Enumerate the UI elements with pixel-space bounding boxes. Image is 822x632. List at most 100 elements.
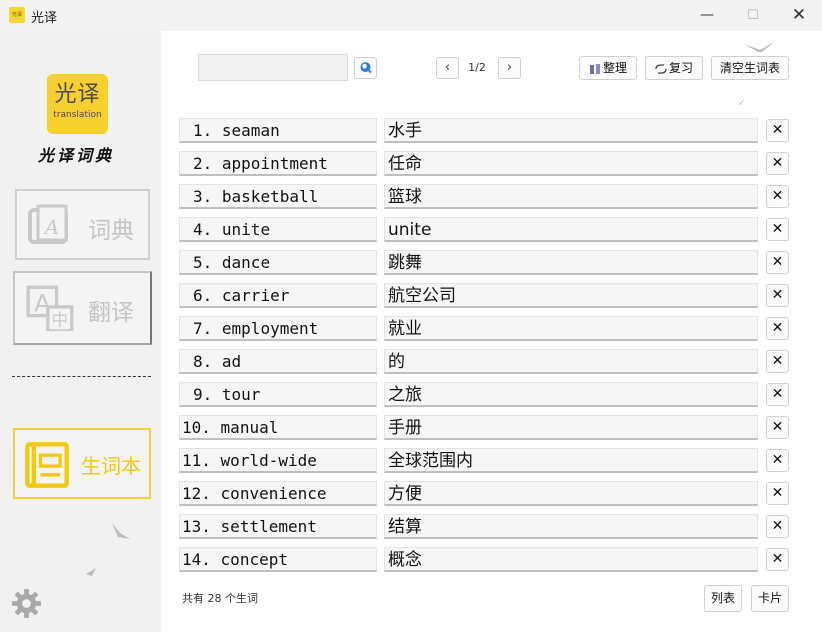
word-number: 10. (182, 418, 211, 437)
review-icon (655, 63, 667, 74)
word-row: 2. appointment 任命 ✕ (179, 151, 789, 178)
page-indicator: 1/2 (468, 61, 486, 74)
word-field[interactable]: 11. world-wide (179, 448, 377, 473)
sidebar: 光译 translation 光译词典 A 词典 A 中 翻译 生词本 (0, 31, 161, 632)
window-title: 光译 (31, 11, 58, 26)
word-text: employment (221, 319, 319, 338)
word-number: 12. (182, 484, 211, 503)
word-text: convenience (220, 484, 327, 503)
sort-button[interactable]: 整理 (579, 56, 637, 80)
review-button[interactable]: 复习 (645, 56, 703, 80)
word-field[interactable]: 1. seaman (179, 118, 377, 143)
word-row: 8. ad 的 ✕ (179, 349, 789, 376)
word-field[interactable]: 12. convenience (179, 481, 377, 506)
clear-vocabulary-button[interactable]: 清空生词表 (711, 56, 789, 80)
translation-field[interactable]: 手册 (384, 415, 758, 440)
close-window-button[interactable]: ✕ (776, 0, 822, 31)
dictionary-icon: A (28, 204, 68, 244)
word-text: concept (220, 550, 288, 569)
translation-field[interactable]: unite (384, 217, 758, 242)
word-number: 3. (193, 187, 213, 206)
translation-field[interactable]: 全球范围内 (384, 448, 758, 473)
search-button[interactable] (354, 57, 377, 79)
translation-field[interactable]: 概念 (384, 547, 758, 572)
delete-word-button[interactable]: ✕ (766, 515, 789, 538)
translation-field[interactable]: 结算 (384, 514, 758, 539)
svg-text:A: A (43, 215, 59, 239)
vocabulary-book-icon (25, 442, 69, 488)
delete-word-button[interactable]: ✕ (766, 317, 789, 340)
card-view-button[interactable]: 卡片 (751, 585, 789, 612)
bird-decoration-icon (733, 98, 745, 105)
bird-decoration-icon (744, 42, 774, 52)
word-field[interactable]: 6. carrier (179, 283, 377, 308)
translation-field[interactable]: 水手 (384, 118, 758, 143)
search-input[interactable] (198, 54, 348, 81)
maximize-button[interactable]: ☐ (730, 0, 776, 31)
word-field[interactable]: 13. settlement (179, 514, 377, 539)
word-row: 12. convenience 方便 ✕ (179, 481, 789, 508)
delete-word-button[interactable]: ✕ (766, 449, 789, 472)
word-number: 2. (193, 154, 213, 173)
delete-word-button[interactable]: ✕ (766, 383, 789, 406)
word-text: unite (221, 220, 271, 239)
word-row: 3. basketball 篮球 ✕ (179, 184, 789, 211)
translation-field[interactable]: 的 (384, 349, 758, 374)
delete-word-button[interactable]: ✕ (766, 548, 789, 571)
word-number: 14. (182, 550, 211, 569)
word-field[interactable]: 9. tour (179, 382, 377, 407)
translation-field[interactable]: 任命 (384, 151, 758, 176)
word-field[interactable]: 4. unite (179, 217, 377, 242)
word-field[interactable]: 2. appointment (179, 151, 377, 176)
sidebar-divider (12, 376, 151, 377)
word-field[interactable]: 3. basketball (179, 184, 377, 209)
svg-text:中: 中 (52, 310, 68, 329)
logo-sub-text: translation (53, 110, 102, 120)
word-number: 5. (193, 253, 213, 272)
bird-decoration-icon (112, 523, 130, 539)
delete-word-button[interactable]: ✕ (766, 218, 789, 241)
word-field[interactable]: 8. ad (179, 349, 377, 374)
word-field[interactable]: 5. dance (179, 250, 377, 275)
nav-translate-button[interactable]: A 中 翻译 (13, 271, 152, 345)
translation-field[interactable]: 跳舞 (384, 250, 758, 275)
word-text: ad (221, 352, 242, 371)
minimize-button[interactable]: — (684, 0, 730, 31)
nav-vocabulary-button[interactable]: 生词本 (13, 428, 151, 499)
delete-word-button[interactable]: ✕ (766, 284, 789, 307)
delete-word-button[interactable]: ✕ (766, 416, 789, 439)
delete-word-button[interactable]: ✕ (766, 251, 789, 274)
word-field[interactable]: 10. manual (179, 415, 377, 440)
app-logo-icon: 光译 (9, 7, 25, 23)
translation-field[interactable]: 航空公司 (384, 283, 758, 308)
translation-field[interactable]: 就业 (384, 316, 758, 341)
word-row: 14. concept 概念 ✕ (179, 547, 789, 574)
next-page-button[interactable]: › (498, 57, 521, 79)
translation-field[interactable]: 之旅 (384, 382, 758, 407)
translation-field[interactable]: 方便 (384, 481, 758, 506)
gear-icon[interactable] (11, 588, 42, 619)
word-field[interactable]: 14. concept (179, 547, 377, 572)
word-text: basketball (221, 187, 319, 206)
word-row: 5. dance 跳舞 ✕ (179, 250, 789, 277)
word-field[interactable]: 7. employment (179, 316, 377, 341)
word-text: dance (221, 253, 271, 272)
word-row: 4. unite unite ✕ (179, 217, 789, 244)
word-row: 7. employment 就业 ✕ (179, 316, 789, 343)
delete-word-button[interactable]: ✕ (766, 119, 789, 142)
translation-field[interactable]: 篮球 (384, 184, 758, 209)
word-number: 7. (193, 319, 213, 338)
delete-word-button[interactable]: ✕ (766, 482, 789, 505)
word-row: 1. seaman 水手 ✕ (179, 118, 789, 145)
nav-vocabulary-label: 生词本 (81, 454, 141, 478)
delete-word-button[interactable]: ✕ (766, 152, 789, 175)
delete-word-button[interactable]: ✕ (766, 185, 789, 208)
logo-caption: 光译词典 (38, 146, 115, 165)
sort-label: 整理 (602, 61, 627, 75)
title-bar: 光译 光译 — ☐ ✕ (0, 0, 822, 31)
delete-word-button[interactable]: ✕ (766, 350, 789, 373)
word-number: 8. (193, 352, 213, 371)
list-view-button[interactable]: 列表 (704, 585, 742, 612)
nav-dictionary-button[interactable]: A 词典 (15, 189, 150, 260)
prev-page-button[interactable]: ‹ (436, 57, 459, 79)
